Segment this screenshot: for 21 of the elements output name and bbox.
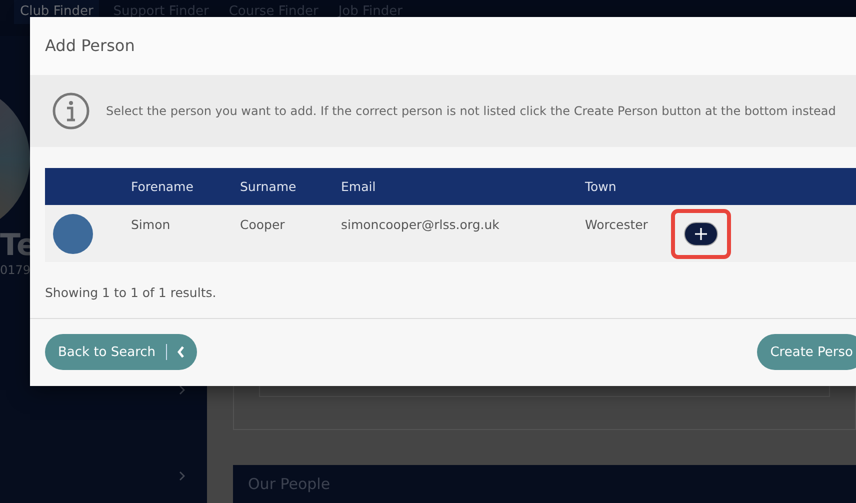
info-text: Select the person you want to add. If the correct person is not listed click the Create Person button at the bottom instead	[106, 104, 836, 118]
avatar	[53, 214, 93, 254]
create-button[interactable]: Create Perso	[757, 334, 856, 370]
table-cell-text: simoncooper@rlss.org.uk	[341, 216, 500, 232]
column-header: Surname	[240, 179, 298, 194]
table-cell-text: Simon	[131, 216, 172, 232]
chevron-right-icon[interactable]	[179, 385, 185, 395]
info-icon	[52, 92, 90, 130]
table-row[interactable]: Simon Cooper simoncooper@rlss.org.uk Worcester	[45, 205, 856, 262]
profile-number: 0179	[0, 263, 32, 277]
table-cell-text: Worcester	[585, 216, 649, 232]
chevron-left-icon	[176, 346, 185, 358]
results-summary: Showing 1 to 1 of 1 results.	[30, 262, 856, 319]
dialog-title: Add Person	[30, 17, 856, 75]
add-button[interactable]	[684, 222, 718, 246]
column-header: Email	[341, 179, 377, 194]
back-button[interactable]: Back to Search	[45, 334, 197, 370]
table-cell-text: Cooper	[240, 216, 286, 232]
column-header: Town	[585, 179, 618, 194]
column-header: Forename	[131, 179, 194, 194]
plus-icon	[695, 228, 707, 240]
